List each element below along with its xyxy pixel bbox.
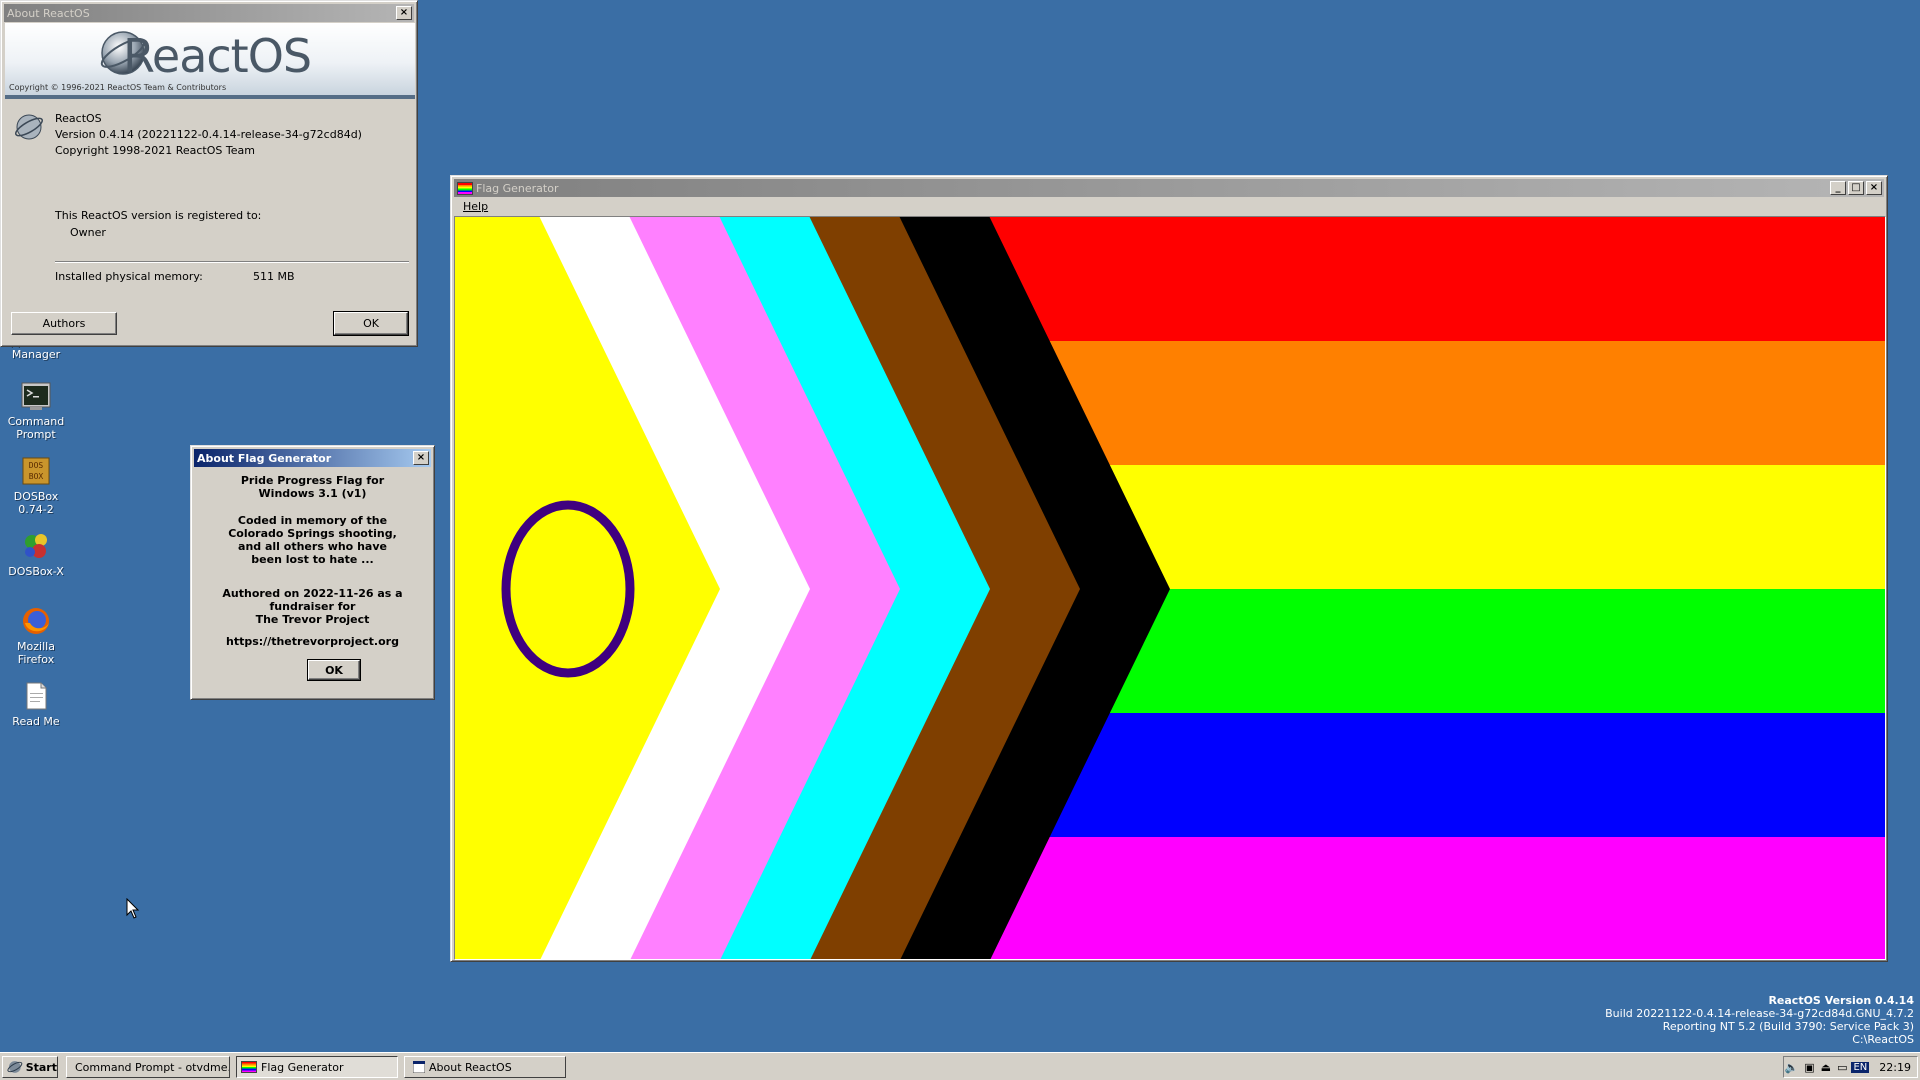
- window-title: About ReactOS: [7, 6, 90, 20]
- desktop-icon-read-me[interactable]: Read Me: [0, 680, 72, 728]
- display-icon[interactable]: ▭: [1837, 1061, 1847, 1074]
- about-line: The Trevor Project: [255, 613, 370, 626]
- minimize-button[interactable]: _: [1830, 181, 1846, 195]
- about-reactos-titlebar[interactable]: About ReactOS ×: [4, 4, 414, 22]
- close-button[interactable]: ×: [1866, 181, 1882, 195]
- mouse-cursor-icon: [126, 898, 140, 919]
- window-title: Flag Generator: [476, 181, 559, 195]
- about-flag-titlebar[interactable]: About Flag Generator ×: [194, 449, 431, 467]
- desktop-icon-label: Command Prompt: [7, 415, 65, 441]
- window-icon: [413, 1061, 425, 1073]
- dosbox-x-icon: [20, 530, 52, 562]
- ok-button[interactable]: OK: [333, 311, 409, 336]
- task-label: Command Prompt - otvdme...: [75, 1060, 230, 1074]
- menu-help[interactable]: Help: [463, 200, 488, 213]
- network-icon[interactable]: ▣: [1804, 1061, 1814, 1074]
- about-line: Authored on 2022-11-26 as a: [222, 587, 403, 600]
- taskbar: Start Command Prompt - otvdme... Flag Ge…: [0, 1052, 1920, 1080]
- task-about-reactos[interactable]: About ReactOS: [404, 1056, 566, 1078]
- desktop-icon-dosbox[interactable]: DOS BOX DOSBox 0.74-2: [0, 455, 72, 516]
- flag-canvas: [454, 216, 1886, 960]
- document-icon: [20, 680, 52, 712]
- reactos-banner: ReactOS Copyright © 1996-2021 ReactOS Te…: [5, 23, 415, 99]
- version-text: Version 0.4.14 (20221122-0.4.14-release-…: [55, 128, 362, 141]
- start-label: Start: [25, 1060, 57, 1074]
- ok-button[interactable]: OK: [307, 659, 361, 681]
- close-button[interactable]: ×: [396, 6, 412, 20]
- flag-app-icon: [457, 181, 473, 195]
- authors-button[interactable]: Authors: [11, 312, 117, 335]
- task-command-prompt[interactable]: Command Prompt - otvdme...: [66, 1056, 230, 1078]
- maximize-button[interactable]: □: [1848, 181, 1864, 195]
- system-tray: 🔈 ▣ ⏏ ▭ EN 22:19: [1783, 1056, 1918, 1078]
- watermark-line: ReactOS Version 0.4.14: [1768, 994, 1914, 1007]
- watermark-line: Reporting NT 5.2 (Build 3790: Service Pa…: [1662, 1020, 1914, 1033]
- about-line: fundraiser for: [269, 600, 356, 613]
- desktop-icon-label: Read Me: [12, 715, 60, 728]
- banner-copyright: Copyright © 1996-2021 ReactOS Team & Con…: [9, 83, 227, 92]
- task-label: About ReactOS: [429, 1060, 512, 1074]
- volume-icon[interactable]: 🔈: [1785, 1061, 1799, 1074]
- task-flag-generator[interactable]: Flag Generator: [236, 1056, 398, 1078]
- command-prompt-icon: [20, 380, 52, 412]
- firefox-icon: [20, 605, 52, 637]
- about-flag-generator-dialog: About Flag Generator × Pride Progress Fl…: [190, 445, 435, 700]
- desktop-icon-command-prompt[interactable]: Command Prompt: [0, 380, 72, 441]
- about-line: and all others who have: [238, 540, 387, 553]
- version-watermark: ReactOS Version 0.4.14 Build 20221122-0.…: [1605, 994, 1914, 1046]
- close-button[interactable]: ×: [413, 451, 429, 465]
- task-label: Flag Generator: [261, 1060, 344, 1074]
- reactos-logo-text: ReactOS: [123, 29, 312, 83]
- start-logo-icon: [7, 1061, 23, 1073]
- desktop-icon-label: DOSBox-X: [8, 565, 64, 578]
- desktop-icon-label: DOSBox 0.74-2: [13, 490, 59, 516]
- about-line: been lost to hate ...: [251, 553, 374, 566]
- separator: [55, 261, 409, 263]
- reactos-icon: [15, 114, 43, 140]
- trevor-url: https://thetrevorproject.org: [226, 635, 399, 648]
- about-line: Colorado Springs shooting,: [228, 527, 397, 540]
- about-line: Coded in memory of the: [237, 514, 388, 527]
- memory-label: Installed physical memory:: [55, 270, 203, 283]
- about-line: Pride Progress Flag for: [240, 474, 385, 487]
- product-name: ReactOS: [55, 112, 102, 125]
- about-line: Windows 3.1 (v1): [258, 487, 367, 500]
- safely-remove-icon[interactable]: ⏏: [1821, 1061, 1831, 1074]
- progress-pride-flag: [455, 217, 1885, 959]
- flag-generator-titlebar[interactable]: Flag Generator _ □ ×: [454, 179, 1884, 197]
- svg-text:DOS: DOS: [29, 461, 44, 470]
- copyright-text: Copyright 1998-2021 ReactOS Team: [55, 144, 255, 157]
- watermark-line: C:\ReactOS: [1852, 1033, 1914, 1046]
- start-button[interactable]: Start: [2, 1056, 58, 1078]
- flag-generator-window: Flag Generator _ □ × Help: [450, 175, 1888, 962]
- desktop-icon-firefox[interactable]: Mozilla Firefox: [0, 605, 72, 666]
- flag-app-icon: [241, 1061, 257, 1073]
- memory-value: 511 MB: [253, 270, 295, 283]
- language-indicator[interactable]: EN: [1851, 1061, 1870, 1073]
- desktop-icon-dosbox-x[interactable]: DOSBox-X: [0, 530, 72, 578]
- owner-text: Owner: [70, 226, 106, 239]
- version-info: ReactOS Version 0.4.14 (20221122-0.4.14-…: [55, 111, 362, 159]
- desktop-icon-label: Mozilla Firefox: [17, 640, 55, 666]
- clock[interactable]: 22:19: [1879, 1061, 1911, 1074]
- about-reactos-window: About ReactOS × ReactOS Copyright © 1996…: [0, 0, 418, 347]
- registered-label: This ReactOS version is registered to:: [55, 209, 262, 222]
- dosbox-icon: DOS BOX: [20, 455, 52, 487]
- menu-bar: Help: [455, 198, 1883, 216]
- watermark-line: Build 20221122-0.4.14-release-34-g72cd84…: [1605, 1007, 1914, 1020]
- window-title: About Flag Generator: [197, 451, 332, 465]
- svg-text:BOX: BOX: [29, 472, 44, 481]
